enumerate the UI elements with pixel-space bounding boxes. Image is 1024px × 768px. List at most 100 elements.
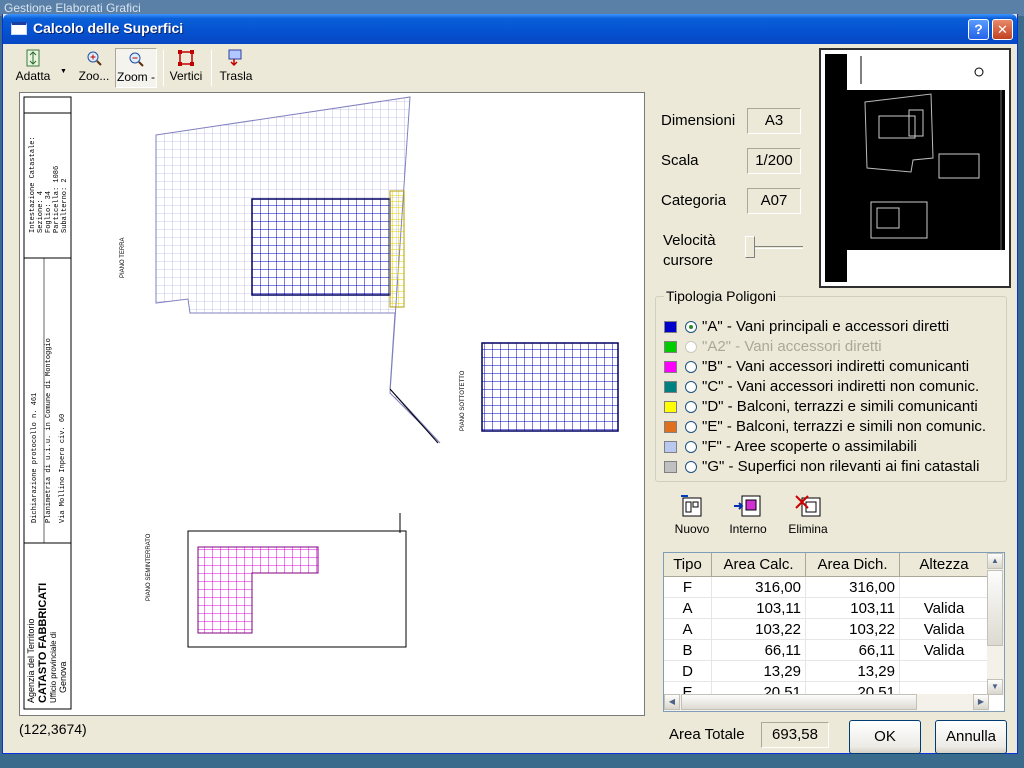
new-polygon-icon: [681, 495, 702, 517]
categoria-value: A07: [747, 188, 801, 214]
color-swatch: [664, 421, 677, 433]
legend-item[interactable]: "D" - Balconi, terrazzi e simili comunic…: [664, 397, 1004, 417]
help-button[interactable]: ?: [968, 19, 989, 40]
color-swatch: [664, 381, 677, 393]
vertices-icon: [178, 50, 194, 66]
scala-value: 1/200: [747, 148, 801, 174]
adatta-button[interactable]: Adatta: [11, 48, 55, 88]
table-row[interactable]: A 103,11 103,11 Valida: [664, 598, 989, 619]
cartouche-catasto: CATASTO FABBRICATI: [37, 583, 49, 703]
toolbar-separator: [163, 50, 164, 86]
cartouche-line: Dichiarazione protocollo n. 461: [31, 393, 39, 523]
cartouche-line: Via Mollino Inpero civ. 60: [59, 414, 67, 523]
table-vertical-scrollbar[interactable]: ▲ ▼: [987, 553, 1004, 695]
drawing-canvas[interactable]: Intestazione Catastale: Sezione: 4 Fogli…: [19, 92, 645, 716]
zoom-in-button[interactable]: Zoo...: [75, 48, 113, 88]
interno-button[interactable]: Interno: [723, 494, 773, 544]
page-preview[interactable]: [819, 48, 1011, 288]
table-horizontal-scrollbar[interactable]: ◀ ▶: [664, 694, 989, 711]
table-row[interactable]: D 13,29 13,29: [664, 661, 989, 682]
dialog-window: Calcolo delle Superfici ? ✕ Adatta ▼ Zoo…: [2, 14, 1018, 754]
zoom-out-label: Zoom -: [116, 70, 155, 84]
dimensioni-label: Dimensioni: [661, 112, 736, 129]
header-area-calc[interactable]: Area Calc.: [712, 553, 806, 577]
vertici-label: Vertici: [169, 69, 203, 83]
legend-item: "A2" - Vani accessori diretti: [664, 337, 1004, 357]
trasla-label: Trasla: [219, 69, 253, 83]
close-button[interactable]: ✕: [992, 19, 1013, 40]
table-row[interactable]: B 66,11 66,11 Valida: [664, 640, 989, 661]
table-cell: A: [664, 619, 712, 640]
radio-button[interactable]: [685, 461, 697, 473]
legend-label: "A" - Vani principali e accessori dirett…: [702, 318, 950, 335]
table-cell: 66,11: [806, 640, 900, 661]
table-cell: 316,00: [806, 577, 900, 598]
scroll-thumb[interactable]: [987, 570, 1003, 646]
ok-button[interactable]: OK: [849, 720, 921, 754]
legend-item[interactable]: "B" - Vani accessori indiretti comunican…: [664, 357, 1004, 377]
scroll-up-arrow[interactable]: ▲: [987, 553, 1003, 569]
legend-label: "A2" - Vani accessori diretti: [702, 338, 882, 355]
scroll-left-arrow[interactable]: ◀: [664, 694, 680, 710]
adatta-label: Adatta: [15, 69, 51, 83]
nuovo-button[interactable]: Nuovo: [667, 494, 717, 544]
header-altezza[interactable]: Altezza: [900, 553, 989, 577]
table-cell: B: [664, 640, 712, 661]
legend-item[interactable]: "C" - Vani accessori indiretti non comun…: [664, 377, 1004, 397]
question-icon: ?: [974, 21, 983, 37]
velocita-label-line1: Velocità: [663, 232, 716, 249]
vertici-button[interactable]: Vertici: [167, 48, 205, 88]
table-cell: Valida: [900, 640, 989, 661]
legend-item[interactable]: "G" - Superfici non rilevanti ai fini ca…: [664, 457, 1004, 477]
radio-button[interactable]: [685, 321, 697, 333]
legend-label: "C" - Vani accessori indiretti non comun…: [702, 378, 980, 395]
toolbar-separator: [211, 50, 212, 86]
scroll-thumb[interactable]: [681, 694, 917, 710]
header-tipo[interactable]: Tipo: [664, 553, 712, 577]
close-icon: ✕: [997, 22, 1008, 37]
header-area-dich[interactable]: Area Dich.: [806, 553, 900, 577]
cartouche-line: Planimetria di u.i.u. in Comune di Monto…: [45, 338, 53, 523]
cartouche-city: Genova: [58, 661, 68, 693]
polygon-table[interactable]: Tipo Area Calc. Area Dich. Altezza F 316,…: [663, 552, 1005, 712]
table-cell: 316,00: [712, 577, 806, 598]
floor-label: PIANO SEMINTERRATO: [146, 533, 152, 601]
table-row[interactable]: F 316,00 316,00: [664, 577, 989, 598]
trasla-button[interactable]: Trasla: [217, 48, 255, 88]
zoom-out-button[interactable]: Zoom -: [115, 48, 157, 88]
scroll-down-arrow[interactable]: ▼: [987, 679, 1003, 695]
scala-label: Scala: [661, 152, 699, 169]
table-cell: A: [664, 598, 712, 619]
tipologia-poligoni-group: Tipologia Poligoni "A" - Vani principali…: [655, 288, 1007, 482]
legend-item[interactable]: "A" - Vani principali e accessori dirett…: [664, 317, 1004, 337]
velocita-label-line2: cursore: [663, 252, 714, 269]
background-window-title: Gestione Elaborati Grafici: [4, 1, 141, 15]
velocita-slider-thumb[interactable]: [745, 236, 755, 258]
legend-item[interactable]: "F" - Aree scoperte o assimilabili: [664, 437, 1004, 457]
floor-plan-drawing: Intestazione Catastale: Sezione: 4 Fogli…: [23, 96, 619, 710]
categoria-label: Categoria: [661, 192, 727, 209]
translate-icon: [228, 49, 242, 67]
legend-item[interactable]: "E" - Balconi, terrazzi e simili non com…: [664, 417, 1004, 437]
velocita-slider-track[interactable]: [749, 246, 803, 249]
radio-button[interactable]: [685, 361, 697, 373]
cartouche-agency: Agenzia del Territorio: [26, 619, 36, 703]
area-totale-value: 693,58: [761, 722, 829, 748]
annulla-button[interactable]: Annulla: [935, 720, 1007, 754]
table-cell: F: [664, 577, 712, 598]
cartouche-line: Particella: 1086: [53, 166, 61, 233]
table-row[interactable]: A 103,22 103,22 Valida: [664, 619, 989, 640]
scroll-right-arrow[interactable]: ▶: [973, 694, 989, 710]
table-cell: 13,29: [712, 661, 806, 682]
elimina-button[interactable]: Elimina: [783, 494, 833, 544]
table-cell: Valida: [900, 619, 989, 640]
zoom-in-icon: [87, 51, 102, 66]
adatta-dropdown[interactable]: ▼: [57, 48, 69, 88]
title-bar[interactable]: Calcolo delle Superfici ? ✕: [3, 14, 1017, 44]
radio-button[interactable]: [685, 441, 697, 453]
legend-label: "D" - Balconi, terrazzi e simili comunic…: [702, 398, 978, 415]
radio-button[interactable]: [685, 401, 697, 413]
radio-button[interactable]: [685, 381, 697, 393]
dropdown-arrow-icon: ▼: [60, 68, 67, 75]
radio-button[interactable]: [685, 421, 697, 433]
